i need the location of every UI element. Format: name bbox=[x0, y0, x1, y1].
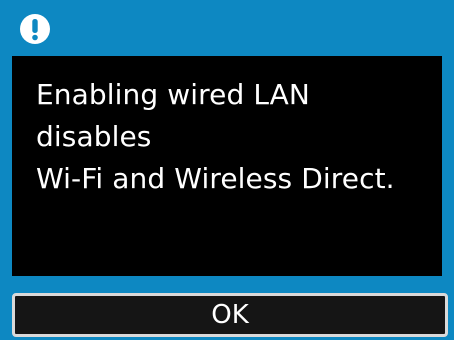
alert-icon bbox=[18, 12, 52, 46]
dialog-message: Enabling wired LAN disables Wi-Fi and Wi… bbox=[36, 78, 395, 195]
printer-dialog: Enabling wired LAN disables Wi-Fi and Wi… bbox=[0, 0, 454, 340]
ok-button[interactable]: OK bbox=[12, 293, 448, 337]
dialog-header bbox=[0, 0, 454, 56]
